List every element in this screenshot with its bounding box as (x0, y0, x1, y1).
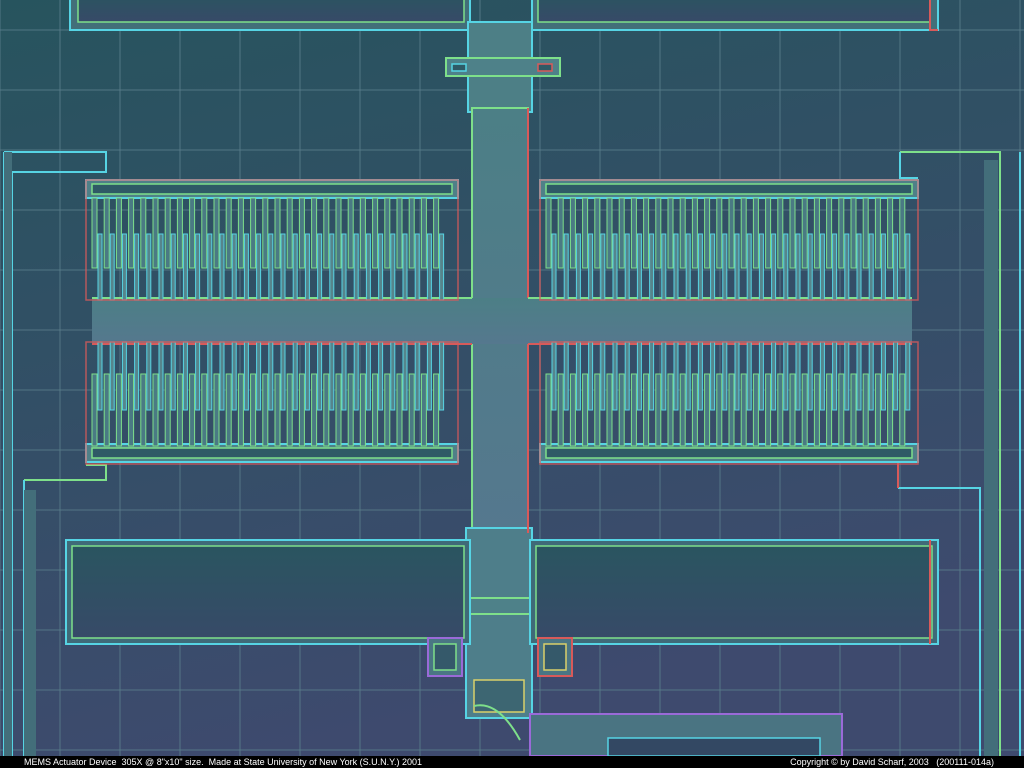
caption-right-text: Copyright © by David Scharf, 2003 (20011… (790, 757, 994, 767)
micrograph-image (0, 0, 1024, 756)
caption-bar: MEMS Actuator Device 305X @ 8"x10" size.… (0, 756, 1024, 768)
mems-actuator-micrograph (0, 0, 1024, 756)
caption-left-text: MEMS Actuator Device 305X @ 8"x10" size.… (24, 757, 423, 767)
crossbar (92, 297, 912, 345)
